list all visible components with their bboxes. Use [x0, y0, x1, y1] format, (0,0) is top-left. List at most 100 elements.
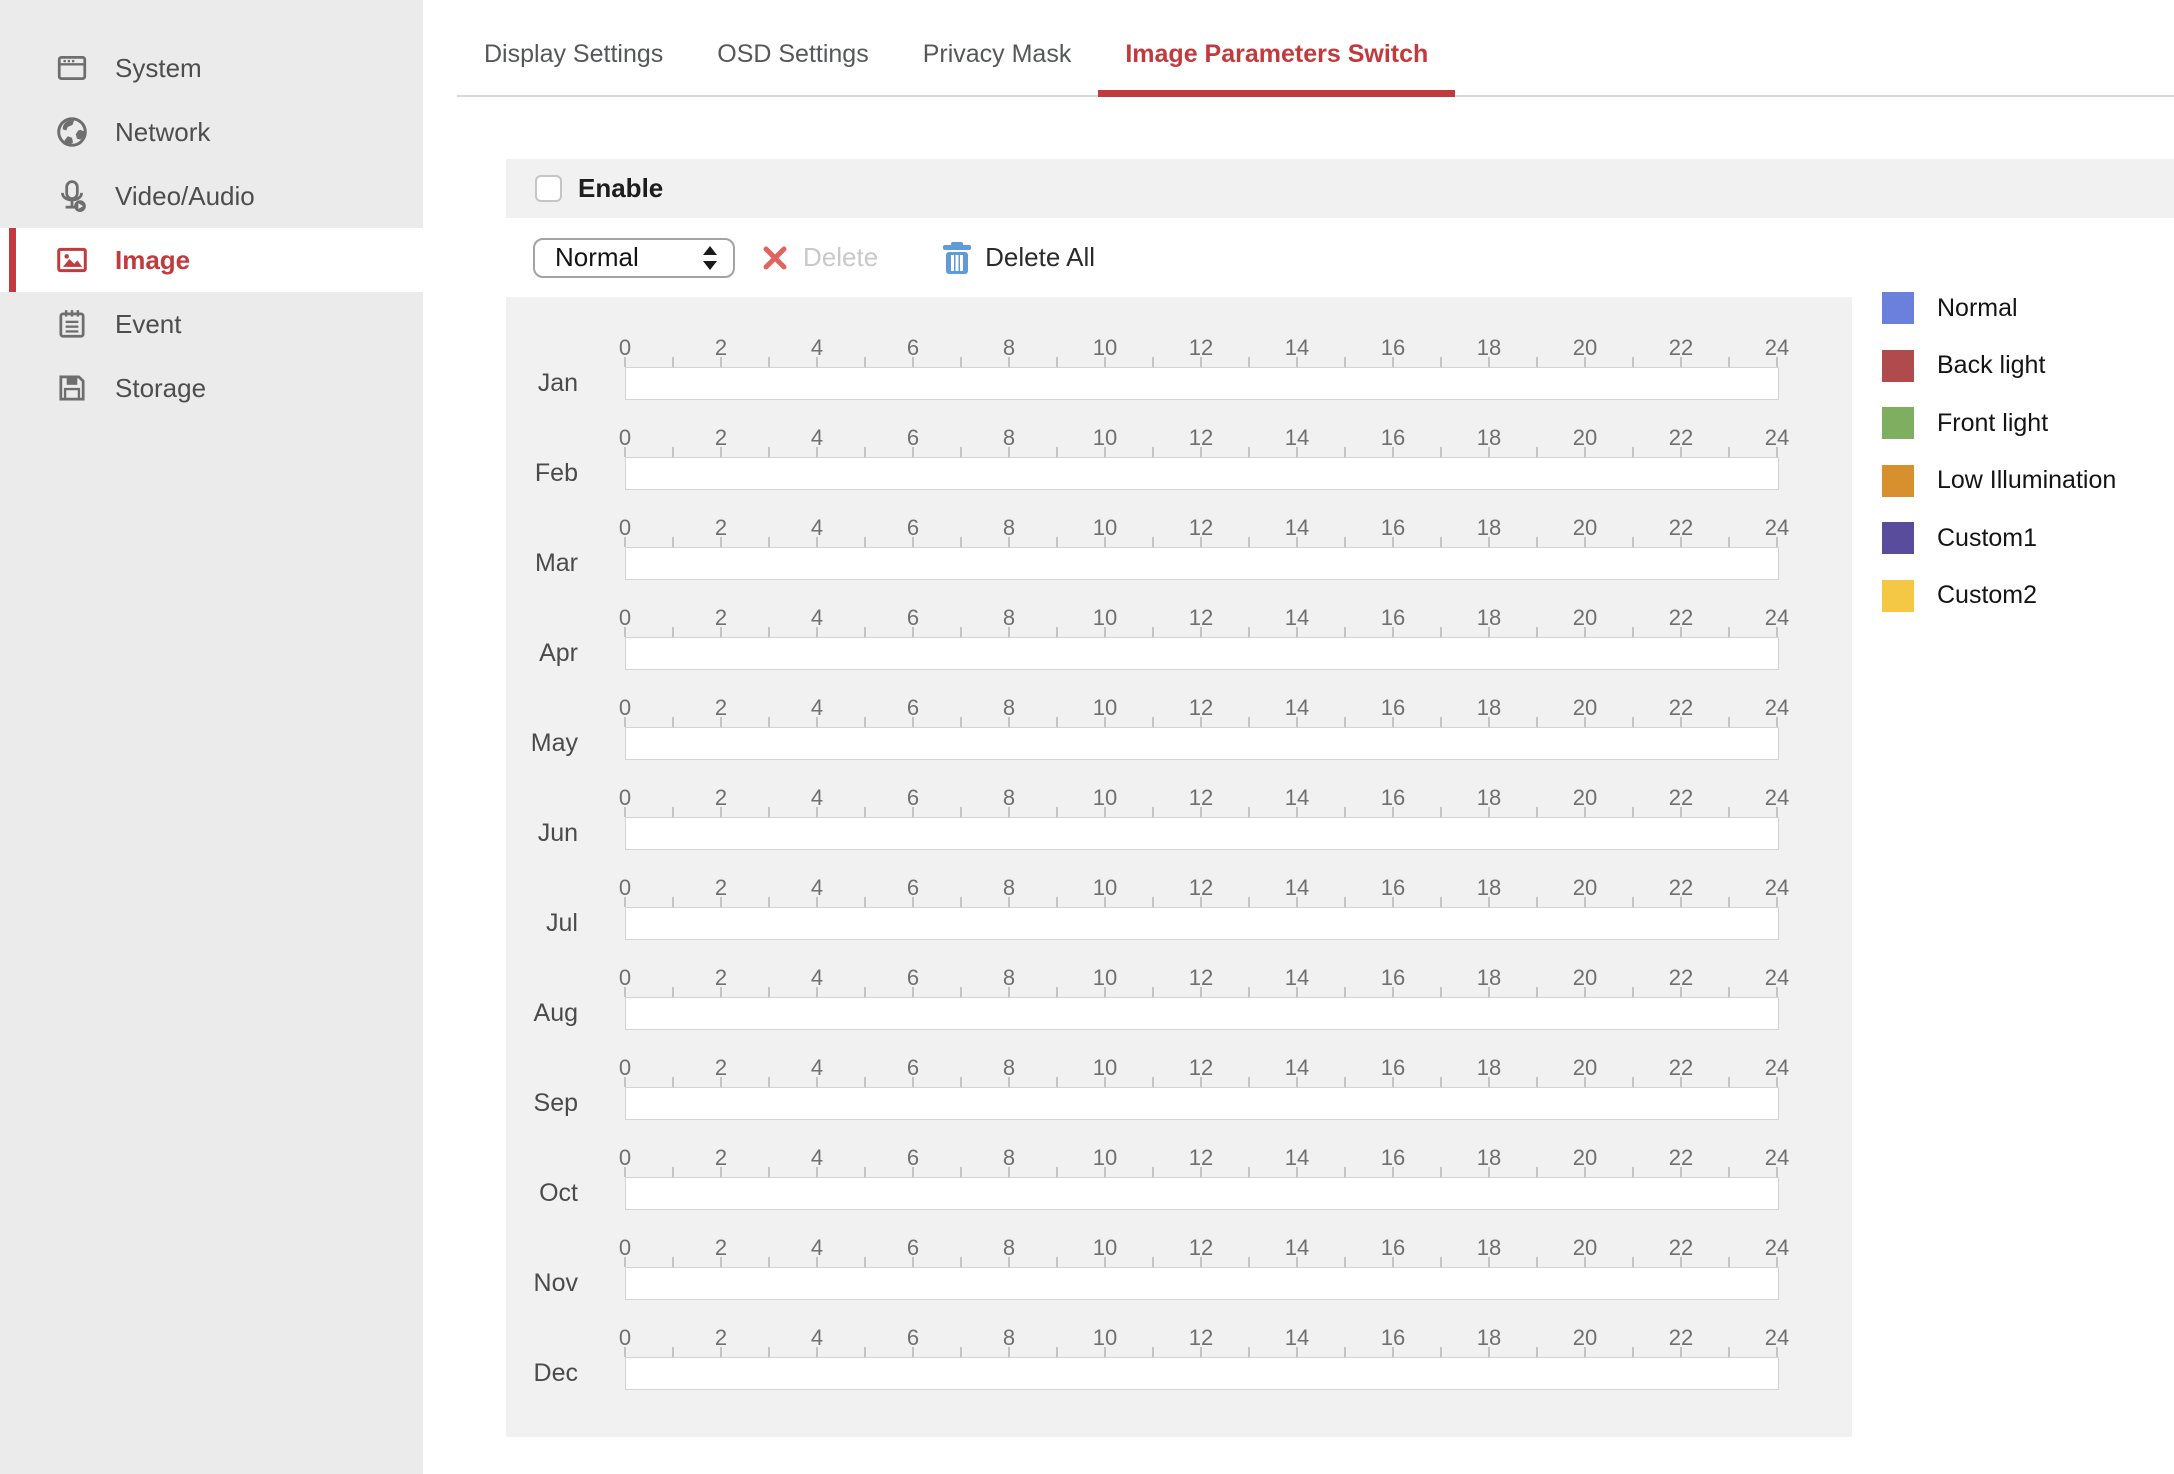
- hour-tick: [1728, 897, 1730, 907]
- hour-tick: [1248, 357, 1250, 367]
- legend-label: Low Illumination: [1937, 466, 2116, 495]
- hour-tick: [1440, 447, 1442, 457]
- hour-tick-label: 2: [697, 695, 745, 721]
- hour-tick-label: 20: [1561, 1055, 1609, 1081]
- hour-tick: [768, 627, 770, 637]
- hour-tick: [1248, 1347, 1250, 1357]
- hour-tick-label: 8: [985, 605, 1033, 631]
- legend-label: Front light: [1937, 409, 2048, 438]
- tab-image-parameters-switch[interactable]: Image Parameters Switch: [1098, 13, 1455, 95]
- hour-tick-label: 6: [889, 1055, 937, 1081]
- timeline-bar[interactable]: [625, 907, 1779, 940]
- timeline-bar[interactable]: [625, 727, 1779, 760]
- tab-display-settings[interactable]: Display Settings: [457, 13, 690, 95]
- hour-tick-label: 6: [889, 1325, 937, 1351]
- delete-button[interactable]: Delete: [763, 242, 878, 273]
- hour-tick-label: 14: [1273, 785, 1321, 811]
- hour-tick-label: 0: [601, 605, 649, 631]
- toolbar: Normal Delete Delete All: [506, 218, 2174, 297]
- hour-tick-label: 18: [1465, 965, 1513, 991]
- timeline-bar[interactable]: [625, 547, 1779, 580]
- parameter-mode-select[interactable]: Normal: [533, 238, 735, 278]
- hour-tick-label: 4: [793, 425, 841, 451]
- hour-tick-label: 12: [1177, 695, 1225, 721]
- hour-tick-label: 12: [1177, 785, 1225, 811]
- month-label: Feb: [506, 457, 578, 490]
- timeline-bar[interactable]: [625, 637, 1779, 670]
- hour-tick-label: 24: [1753, 965, 1801, 991]
- sidebar-item-label: Image: [115, 245, 190, 276]
- hour-tick-label: 10: [1081, 1235, 1129, 1261]
- hour-tick: [960, 537, 962, 547]
- hour-tick: [1728, 1347, 1730, 1357]
- hour-tick: [960, 1257, 962, 1267]
- hour-tick-label: 22: [1657, 695, 1705, 721]
- legend-label: Custom2: [1937, 581, 2037, 610]
- hour-tick: [1344, 1077, 1346, 1087]
- timeline-bar[interactable]: [625, 1177, 1779, 1210]
- hour-tick: [960, 987, 962, 997]
- enable-checkbox[interactable]: [535, 175, 562, 202]
- hour-tick-label: 10: [1081, 515, 1129, 541]
- hour-tick-label: 18: [1465, 515, 1513, 541]
- legend-label: Custom1: [1937, 524, 2037, 553]
- timeline-bar[interactable]: [625, 1087, 1779, 1120]
- sidebar-item-storage[interactable]: Storage: [0, 356, 423, 420]
- hour-tick-label: 2: [697, 605, 745, 631]
- timeline-bar[interactable]: [625, 1267, 1779, 1300]
- hour-tick: [1536, 447, 1538, 457]
- timeline-bar[interactable]: [625, 817, 1779, 850]
- timeline-bar[interactable]: [625, 457, 1779, 490]
- hour-tick: [768, 447, 770, 457]
- timeline-bar[interactable]: [625, 1357, 1779, 1390]
- sidebar: System Network Video/Audio Image Event S…: [0, 0, 423, 1474]
- hour-tick-label: 16: [1369, 695, 1417, 721]
- hour-tick-label: 6: [889, 1145, 937, 1171]
- sidebar-item-network[interactable]: Network: [0, 100, 423, 164]
- hour-tick-label: 10: [1081, 695, 1129, 721]
- delete-x-icon: [763, 246, 787, 270]
- sidebar-item-image[interactable]: Image: [0, 228, 423, 292]
- hour-tick-label: 6: [889, 695, 937, 721]
- hour-tick-label: 0: [601, 1055, 649, 1081]
- hour-tick-label: 24: [1753, 695, 1801, 721]
- hour-tick: [1440, 987, 1442, 997]
- hour-tick: [1056, 537, 1058, 547]
- hour-tick: [864, 537, 866, 547]
- delete-all-button[interactable]: Delete All: [942, 242, 1095, 274]
- hour-tick: [1152, 537, 1154, 547]
- hour-tick-label: 10: [1081, 1145, 1129, 1171]
- hour-tick-label: 10: [1081, 335, 1129, 361]
- hour-tick: [864, 357, 866, 367]
- sidebar-item-system[interactable]: System: [0, 36, 423, 100]
- hour-tick-label: 22: [1657, 335, 1705, 361]
- hour-tick: [1632, 1347, 1634, 1357]
- hour-tick-label: 0: [601, 695, 649, 721]
- sidebar-item-video-audio[interactable]: Video/Audio: [0, 164, 423, 228]
- timeline-bar[interactable]: [625, 997, 1779, 1030]
- hour-tick: [864, 897, 866, 907]
- sidebar-item-event[interactable]: Event: [0, 292, 423, 356]
- timeline-ruler: 024681012141618202224: [625, 1055, 1779, 1087]
- tab-osd-settings[interactable]: OSD Settings: [690, 13, 895, 95]
- month-label: Dec: [506, 1357, 578, 1390]
- hour-tick: [1248, 1077, 1250, 1087]
- hour-tick-label: 14: [1273, 875, 1321, 901]
- hour-tick-label: 20: [1561, 425, 1609, 451]
- tab-privacy-mask[interactable]: Privacy Mask: [896, 13, 1099, 95]
- hour-tick: [672, 1257, 674, 1267]
- hour-tick-label: 12: [1177, 425, 1225, 451]
- hour-tick-label: 20: [1561, 1145, 1609, 1171]
- hour-tick-label: 12: [1177, 335, 1225, 361]
- hour-tick-label: 6: [889, 785, 937, 811]
- timeline-bar[interactable]: [625, 367, 1779, 400]
- sidebar-item-label: Storage: [115, 373, 206, 404]
- hour-tick-label: 22: [1657, 1235, 1705, 1261]
- hour-tick: [1440, 627, 1442, 637]
- hour-tick: [1440, 717, 1442, 727]
- month-row-jul: Jul 024681012141618202224: [506, 875, 1852, 965]
- hour-tick-label: 24: [1753, 1235, 1801, 1261]
- timeline-ruler: 024681012141618202224: [625, 1235, 1779, 1267]
- hour-tick-label: 8: [985, 785, 1033, 811]
- hour-tick: [1344, 1167, 1346, 1177]
